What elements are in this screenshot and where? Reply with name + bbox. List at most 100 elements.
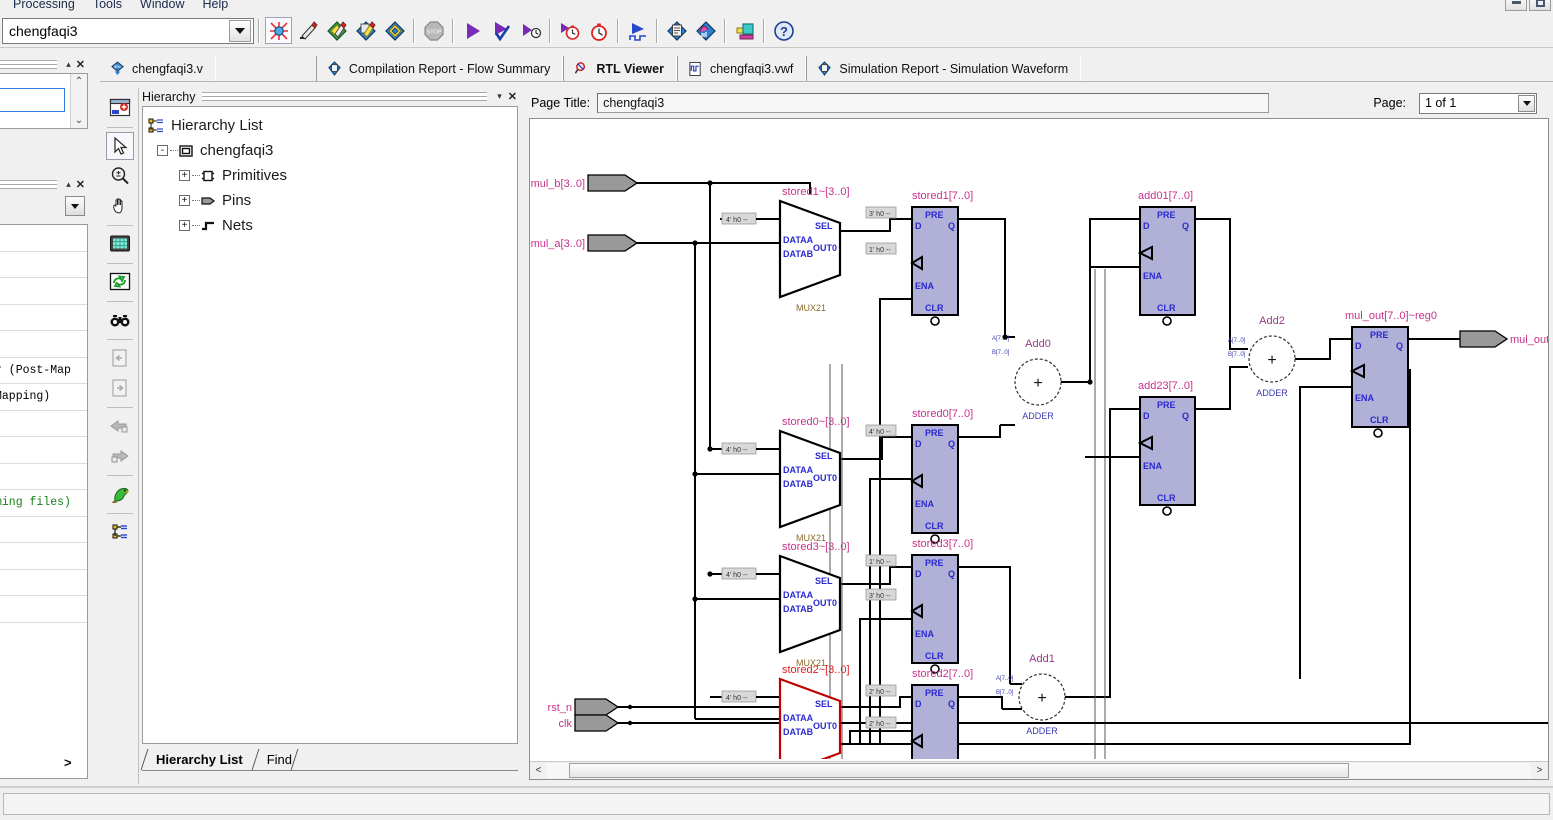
menu-item-processing[interactable]: Processing [4,0,84,13]
fitter-button[interactable] [323,17,350,44]
mux-stored0[interactable]: stored0~[3..0] SEL DATAA DATAB OUT0 MUX2… [778,416,850,543]
vertical-scrollbar[interactable]: ⌃ ⌄ [70,74,87,128]
tab-find[interactable]: Find [251,749,308,770]
go-down-hierarchy-button[interactable] [106,442,134,470]
fit-in-window-button[interactable] [106,230,134,258]
register-stored2[interactable]: stored2[7..0] PRE D Q ENA [910,668,973,759]
register-stored3[interactable]: stored3[7..0] PRE D Q ENA CLR [910,538,973,674]
page-selector-combo[interactable]: 1 of 1 [1419,92,1537,114]
message-row[interactable] [0,464,87,490]
input-pin-rst-n[interactable]: rst_n [548,698,620,716]
tree-node-pins[interactable]: + Pins [147,188,517,213]
scroll-left-button[interactable]: < [530,762,547,779]
expander-plus[interactable]: + [179,170,190,181]
refresh-button[interactable] [106,268,134,296]
message-row[interactable] [0,517,87,543]
filter-input[interactable] [0,88,65,112]
classic-timing-button[interactable] [556,17,583,44]
expander-plus[interactable]: + [179,195,190,206]
mux-stored3[interactable]: stored3~[3..0] SEL DATAA DATAB OUT0 MUX2… [778,541,850,668]
message-row[interactable] [0,437,87,464]
analysis-synthesis-button[interactable] [294,17,321,44]
scroll-track[interactable] [547,763,1531,778]
scroll-right-button[interactable]: > [1531,762,1548,779]
technology-map-viewer-button[interactable] [692,17,719,44]
tab-compilation-report[interactable]: Compilation Report - Flow Summary [315,56,564,81]
mux-stored2[interactable]: stored2~[3..0] SEL DATAA DATAB OUT0 MUX2… [778,664,850,759]
auto-hide-icon[interactable]: ▴ [66,59,71,70]
timing-analyzer-button[interactable] [381,17,408,44]
message-row[interactable] [0,331,87,358]
expand-panel-button[interactable]: > [64,755,72,770]
message-row[interactable] [0,278,87,305]
register-mul-out-reg0[interactable]: mul_out[7..0]~reg0 PRE D Q ENA CLR [1345,310,1437,438]
selection-tool-button[interactable] [105,132,134,160]
message-row[interactable]: ming files) [0,490,87,517]
input-pin-mul-a[interactable]: mul_a[3..0] [531,234,639,252]
zoom-tool-button[interactable] [106,162,134,190]
hierarchy-root-row[interactable]: Hierarchy List [147,113,517,138]
input-pin-mul-b[interactable]: mul_b[3..0] [531,174,639,192]
message-row[interactable]: Mapping) [0,384,87,411]
tab-hierarchy-list[interactable]: Hierarchy List [140,749,253,770]
register-stored1[interactable]: stored1[7..0] PRE D Q ENA CLR [910,190,973,326]
close-icon[interactable]: ✕ [508,90,517,103]
tab-chengfaqi3-vwf[interactable]: chengfaqi3.vwf [676,56,807,81]
message-row[interactable]: r (Post-Map [0,358,87,384]
page-selector-dropdown-button[interactable] [1518,94,1535,112]
entity-selector-combo[interactable]: chengfaqi3 [2,17,254,44]
rtl-viewer-button[interactable] [663,17,690,44]
compile-design-button[interactable] [265,17,292,44]
tab-rtl-viewer[interactable]: RTL Viewer [563,56,677,81]
netlist-navigator-button[interactable] [106,480,134,508]
programmer-button[interactable] [731,17,758,44]
horizontal-scrollbar[interactable]: < > [530,761,1548,779]
auto-hide-icon[interactable]: ▾ [497,91,502,102]
message-row[interactable] [0,411,87,437]
mux-stored1[interactable]: stored1~[3..0] SEL DATAA DATAB OUT0 MUX2… [778,186,850,313]
messages-table[interactable]: r (Post-Map Mapping) ming files) ) [0,224,88,779]
register-add23[interactable]: add23[7..0] PRE D Q ENA CLR [1137,380,1196,516]
assembler-button[interactable] [352,17,379,44]
adder-add2[interactable]: Add2 + ADDER A[7..0] B[7..0] [1228,315,1296,398]
hierarchy-tree[interactable]: Hierarchy List - chengfaqi3 + Primitives [142,106,518,744]
schematic-canvas[interactable]: mul_b[3..0] mul_a[3..0] rst_n clk 4' h0 … [529,118,1549,780]
forward-page-button[interactable] [106,374,134,402]
message-row[interactable]: ) [0,570,87,596]
message-row[interactable] [0,225,87,252]
restore-button[interactable] [1529,0,1551,11]
adder-add0[interactable]: Add0 + ADDER A[7..0] B[7..0] [992,336,1062,421]
register-add01[interactable]: add01[7..0] PRE D Q ENA CLR [1137,190,1196,326]
menu-item-window[interactable]: Window [131,0,193,13]
expander-minus[interactable]: - [157,145,168,156]
close-icon[interactable]: ✕ [76,178,85,191]
close-icon[interactable]: ✕ [76,58,85,71]
start-compilation-sim-button[interactable] [488,17,515,44]
scroll-up-arrow[interactable]: ⌃ [75,74,83,89]
scroll-down-arrow[interactable]: ⌄ [75,113,83,128]
find-button[interactable] [106,306,134,334]
menu-item-tools[interactable]: Tools [84,0,131,13]
tab-simulation-report[interactable]: Simulation Report - Simulation Waveform [806,56,1082,81]
hierarchy-list-button[interactable] [106,518,134,546]
message-row[interactable] [0,252,87,278]
rtl-schematic[interactable]: mul_b[3..0] mul_a[3..0] rst_n clk 4' h0 … [530,119,1548,759]
message-row[interactable] [0,543,87,570]
menu-item-help[interactable]: Help [194,0,238,13]
tree-node-chengfaqi3[interactable]: - chengfaqi3 [147,138,517,163]
scroll-thumb[interactable] [569,763,1349,778]
timing-analyzer-tool-button[interactable] [585,17,612,44]
input-pin-clk[interactable]: clk [559,714,620,732]
tree-node-primitives[interactable]: + Primitives [147,163,517,188]
output-pin-mul-out[interactable]: mul_out[7..0] [1459,330,1548,348]
hand-tool-button[interactable] [106,192,134,220]
message-row[interactable] [0,305,87,331]
tab-chengfaqi3-v[interactable]: abc chengfaqi3.v [100,56,216,81]
auto-hide-icon[interactable]: ▴ [66,179,71,190]
entity-selector-dropdown-button[interactable] [229,19,251,42]
back-page-button[interactable] [106,344,134,372]
tree-node-nets[interactable]: + Nets [147,213,517,238]
simulation-timing-button[interactable] [517,17,544,44]
register-stored0[interactable]: stored0[7..0] PRE D Q ENA CLR [910,408,973,544]
minimize-button[interactable] [1505,0,1527,11]
